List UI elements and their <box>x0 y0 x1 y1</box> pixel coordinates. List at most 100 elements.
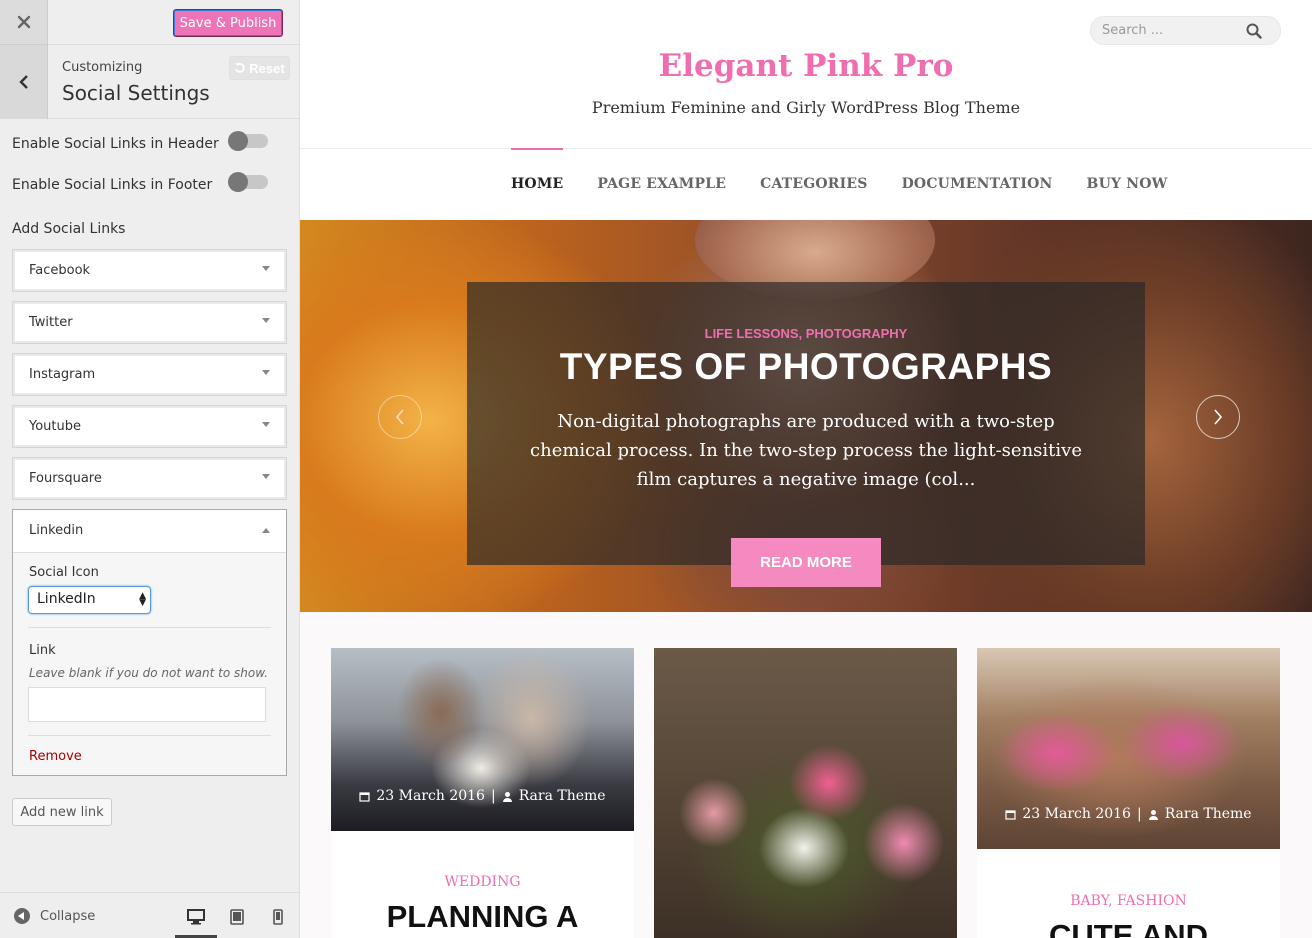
toggle-header-switch[interactable] <box>228 131 268 151</box>
social-item-instagram[interactable]: Instagram <box>12 353 287 396</box>
customizer-app: Save & Publish Customizing Social Settin… <box>0 0 1312 938</box>
slide-caption: LIFE LESSONS, PHOTOGRAPHY TYPES OF PHOTO… <box>467 282 1145 565</box>
social-item-linkedin-header[interactable]: Linkedin <box>13 510 286 553</box>
post-thumbnail[interactable] <box>654 648 957 938</box>
select-arrows-icon: ▲ ▼ <box>139 591 146 608</box>
toggle-knob <box>228 131 248 151</box>
calendar-icon <box>1005 809 1016 820</box>
post-card[interactable] <box>654 648 957 938</box>
section-title: Social Settings <box>62 81 210 105</box>
add-social-links-heading: Add Social Links <box>12 221 126 237</box>
toggle-row-header: Enable Social Links in Header <box>12 131 288 154</box>
customizer-footer: Collapse <box>0 892 299 938</box>
caret-down-icon <box>262 266 270 271</box>
nav-categories[interactable]: CATEGORIES <box>760 148 867 220</box>
post-author[interactable]: Rara Theme <box>1165 806 1252 822</box>
link-label: Link <box>29 643 56 658</box>
preview-desktop-button[interactable] <box>185 906 207 928</box>
social-item-facebook[interactable]: Facebook <box>12 249 287 292</box>
caret-down-icon <box>262 474 270 479</box>
post-category[interactable]: WEDDING <box>331 874 634 890</box>
remove-link[interactable]: Remove <box>29 749 82 764</box>
posts-grid: 23 March 2016 | Rara Theme WEDDING PLANN… <box>300 612 1312 938</box>
main-navigation: HOME PAGE EXAMPLE CATEGORIES DOCUMENTATI… <box>511 148 1168 220</box>
user-icon <box>502 791 512 802</box>
social-item-title: Foursquare <box>29 471 102 486</box>
social-icon-label: Social Icon <box>29 565 99 580</box>
preview-mobile-button[interactable] <box>267 906 289 928</box>
hero-slider: LIFE LESSONS, PHOTOGRAPHY TYPES OF PHOTO… <box>300 220 1312 612</box>
search-input[interactable]: Search ... <box>1102 23 1163 38</box>
toggle-row-footer: Enable Social Links in Footer <box>12 172 288 195</box>
preview-tablet-button[interactable] <box>226 906 248 928</box>
social-icon-selected-value: LinkedIn <box>37 591 96 607</box>
post-card[interactable]: 23 March 2016 | Rara Theme WEDDING PLANN… <box>331 648 634 938</box>
slide-title[interactable]: TYPES OF PHOTOGRAPHS <box>467 346 1145 388</box>
meta-separator: | <box>490 788 496 804</box>
caret-down-icon <box>262 318 270 323</box>
nav-home[interactable]: HOME <box>511 148 564 220</box>
post-title[interactable]: CUTE AND <box>977 918 1280 938</box>
post-card[interactable]: 23 March 2016 | Rara Theme BABY, FASHION… <box>977 648 1280 938</box>
post-date[interactable]: 23 March 2016 <box>376 788 485 804</box>
social-item-title: Twitter <box>29 315 73 330</box>
slide-excerpt: Non-digital photographs are produced wit… <box>530 411 1082 490</box>
social-item-twitter[interactable]: Twitter <box>12 301 287 344</box>
social-item-title: Youtube <box>29 419 81 434</box>
slider-prev-button[interactable] <box>378 395 422 439</box>
post-category[interactable]: BABY, FASHION <box>977 893 1280 909</box>
social-item-title: Linkedin <box>29 523 84 538</box>
toggle-footer-label: Enable Social Links in Footer <box>12 177 213 193</box>
chevron-right-icon <box>1214 409 1223 425</box>
collapse-button[interactable]: Collapse <box>14 908 95 924</box>
divider <box>28 627 271 628</box>
slider-next-button[interactable] <box>1196 395 1240 439</box>
collapse-icon <box>14 908 30 924</box>
social-icon-select[interactable]: LinkedIn ▲ ▼ <box>28 586 151 614</box>
reset-button[interactable]: Reset <box>229 56 290 80</box>
social-item-foursquare[interactable]: Foursquare <box>12 457 287 500</box>
link-input[interactable] <box>28 687 266 722</box>
site-preview: Search ... Elegant Pink Pro Premium Femi… <box>300 0 1312 938</box>
social-item-title: Instagram <box>29 367 96 382</box>
toggle-knob <box>228 172 248 192</box>
site-title[interactable]: Elegant Pink Pro <box>300 48 1312 84</box>
caret-up-icon <box>262 528 270 533</box>
customizer-topbar: Save & Publish <box>48 0 299 45</box>
toggle-header-label: Enable Social Links in Header <box>12 136 219 152</box>
tablet-icon <box>230 909 244 925</box>
add-new-link-button[interactable]: Add new link <box>12 798 112 826</box>
nav-page-example[interactable]: PAGE EXAMPLE <box>597 148 726 220</box>
customizer-sidebar: Save & Publish Customizing Social Settin… <box>0 0 300 938</box>
post-title[interactable]: PLANNING A <box>331 899 634 935</box>
search-form[interactable]: Search ... <box>1090 16 1281 45</box>
desktop-icon <box>187 909 205 925</box>
post-meta: 23 March 2016 | Rara Theme <box>977 806 1280 822</box>
link-description: Leave blank if you do not want to show. <box>29 666 269 680</box>
mobile-icon <box>273 909 283 925</box>
social-item-title: Facebook <box>29 263 91 278</box>
divider <box>28 735 271 736</box>
caret-down-icon <box>262 422 270 427</box>
read-more-button[interactable]: READ MORE <box>731 538 881 587</box>
user-icon <box>1148 809 1158 820</box>
close-customizer-button[interactable] <box>0 0 48 45</box>
section-header: Customizing Social Settings Reset <box>48 45 299 119</box>
toggle-footer-switch[interactable] <box>228 172 268 192</box>
nav-buy-now[interactable]: BUY NOW <box>1087 148 1168 220</box>
customizing-label: Customizing <box>62 60 143 75</box>
post-date[interactable]: 23 March 2016 <box>1022 806 1131 822</box>
caret-down-icon <box>262 370 270 375</box>
undo-icon <box>235 62 245 73</box>
post-author[interactable]: Rara Theme <box>519 788 606 804</box>
back-button[interactable] <box>0 45 48 119</box>
slide-category[interactable]: LIFE LESSONS, PHOTOGRAPHY <box>467 326 1145 341</box>
close-icon <box>17 15 30 29</box>
site-tagline: Premium Feminine and Girly WordPress Blo… <box>591 98 1021 117</box>
meta-separator: | <box>1136 806 1142 822</box>
nav-documentation[interactable]: DOCUMENTATION <box>902 148 1053 220</box>
calendar-icon <box>359 791 370 802</box>
search-icon[interactable] <box>1246 23 1262 39</box>
save-publish-button[interactable]: Save & Publish <box>173 9 283 37</box>
social-item-youtube[interactable]: Youtube <box>12 405 287 448</box>
